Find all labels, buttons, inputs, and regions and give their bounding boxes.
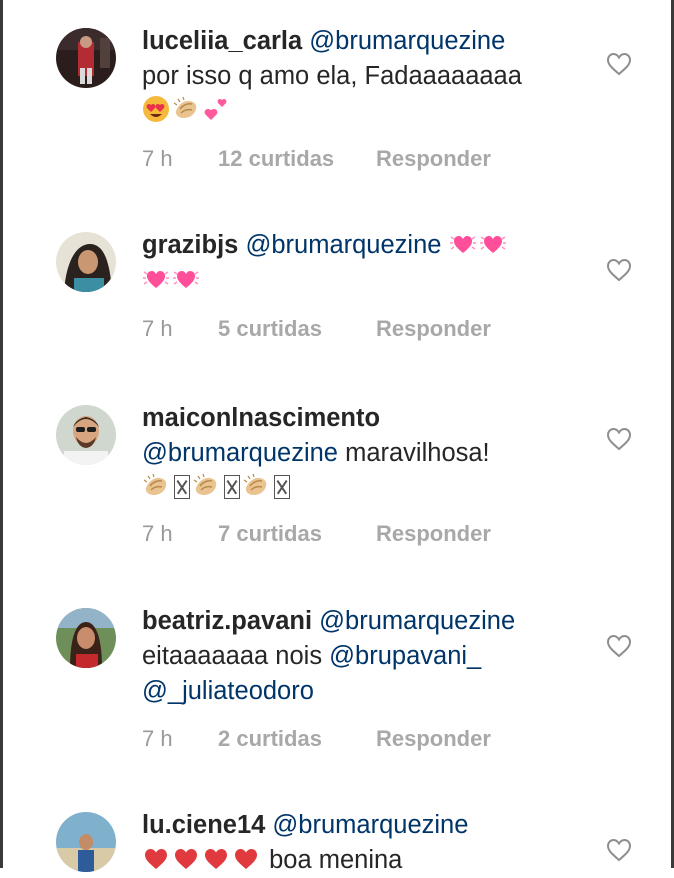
missing-glyph-icon [274, 475, 290, 499]
mention-link[interactable]: @brumarquezine [245, 231, 441, 259]
missing-glyph-icon [174, 475, 190, 499]
comment-list: luceliia_carla @brumarquezine por isso q… [0, 0, 674, 874]
comment-line: boa menina [142, 843, 592, 878]
two-hearts-emoji [202, 95, 230, 123]
comment-line [142, 94, 592, 129]
comment-username[interactable]: beatriz.pavani [142, 607, 312, 635]
reply-button[interactable]: Responder [376, 316, 491, 342]
comment-likes-count[interactable]: 12 curtidas [218, 146, 376, 172]
mention-link[interactable]: @brumarquezine [309, 27, 505, 55]
reply-button[interactable]: Responder [376, 146, 491, 172]
avatar[interactable] [56, 405, 116, 465]
comment-meta: 7 h 2 curtidas Responder [142, 726, 491, 752]
comment-line: @brumarquezine maravilhosa! [142, 436, 592, 471]
missing-glyph-icon [224, 475, 240, 499]
comment-likes-count[interactable]: 2 curtidas [218, 726, 376, 752]
comment-username[interactable]: lu.ciene14 [142, 811, 265, 839]
heartbeat-emoji [142, 264, 170, 292]
comment-text: boa menina [269, 846, 403, 874]
clapping-hands-emoji [192, 472, 220, 500]
clapping-hands-emoji [242, 472, 270, 500]
comment-line: luceliia_carla @brumarquezine [142, 24, 592, 59]
mention-link[interactable]: @brumarquezine [142, 439, 338, 467]
clapping-hands-emoji [142, 472, 170, 500]
comment-body: grazibjs @brumarquezine [142, 228, 592, 298]
mention-link[interactable]: @brupavani_ [329, 642, 481, 670]
heartbeat-emoji [479, 229, 507, 257]
avatar[interactable] [56, 608, 116, 668]
comment-likes-count[interactable]: 7 curtidas [218, 521, 376, 547]
comment-text: maravilhosa! [345, 439, 490, 467]
like-heart-icon[interactable] [606, 838, 632, 862]
comment-line: lu.ciene14 @brumarquezine [142, 808, 592, 843]
comment-username[interactable]: grazibjs [142, 231, 238, 259]
comment-text: eitaaaaaaa nois [142, 642, 323, 670]
comment-line: beatriz.pavani @brumarquezine [142, 604, 592, 639]
comment-timestamp: 7 h [142, 146, 173, 171]
mention-link[interactable]: @brumarquezine [319, 607, 515, 635]
comment-line: grazibjs @brumarquezine [142, 228, 592, 263]
heartbeat-emoji [172, 264, 200, 292]
like-heart-icon[interactable] [606, 52, 632, 76]
avatar[interactable] [56, 28, 116, 88]
heartbeat-emoji [449, 229, 477, 257]
comment-username[interactable]: luceliia_carla [142, 27, 302, 55]
comment-body: beatriz.pavani @brumarquezine eitaaaaaaa… [142, 604, 592, 709]
heart-eyes-emoji [142, 95, 170, 123]
comment-line [142, 263, 592, 298]
comment-username[interactable]: maiconlnascimento [142, 404, 380, 432]
comment-line [142, 471, 592, 506]
reply-button[interactable]: Responder [376, 726, 491, 752]
like-heart-icon[interactable] [606, 258, 632, 282]
comment-likes-count[interactable]: 5 curtidas [218, 316, 376, 342]
comment-meta: 7 h 5 curtidas Responder [142, 316, 491, 342]
clapping-hands-emoji [172, 95, 200, 123]
comment-timestamp: 7 h [142, 316, 173, 341]
comment-line: @_juliateodoro [142, 674, 592, 709]
mention-link[interactable]: @_juliateodoro [142, 677, 314, 705]
like-heart-icon[interactable] [606, 427, 632, 451]
comment-line: eitaaaaaaa nois @brupavani_ [142, 639, 592, 674]
avatar[interactable] [56, 232, 116, 292]
comment-meta: 7 h 12 curtidas Responder [142, 146, 491, 172]
avatar[interactable] [56, 812, 116, 872]
comment-timestamp: 7 h [142, 726, 173, 751]
comment-timestamp: 7 h [142, 521, 173, 546]
comment-line: por isso q amo ela, Fadaaaaaaaa [142, 59, 592, 94]
comment-body: maiconlnascimento @brumarquezine maravil… [142, 401, 592, 506]
comment-text: por isso q amo ela, Fadaaaaaaaa [142, 62, 522, 90]
comment-meta: 7 h 7 curtidas Responder [142, 521, 491, 547]
like-heart-icon[interactable] [606, 634, 632, 658]
comment-body: luceliia_carla @brumarquezine por isso q… [142, 24, 592, 129]
comment-line: maiconlnascimento [142, 401, 592, 436]
mention-link[interactable]: @brumarquezine [272, 811, 468, 839]
reply-button[interactable]: Responder [376, 521, 491, 547]
